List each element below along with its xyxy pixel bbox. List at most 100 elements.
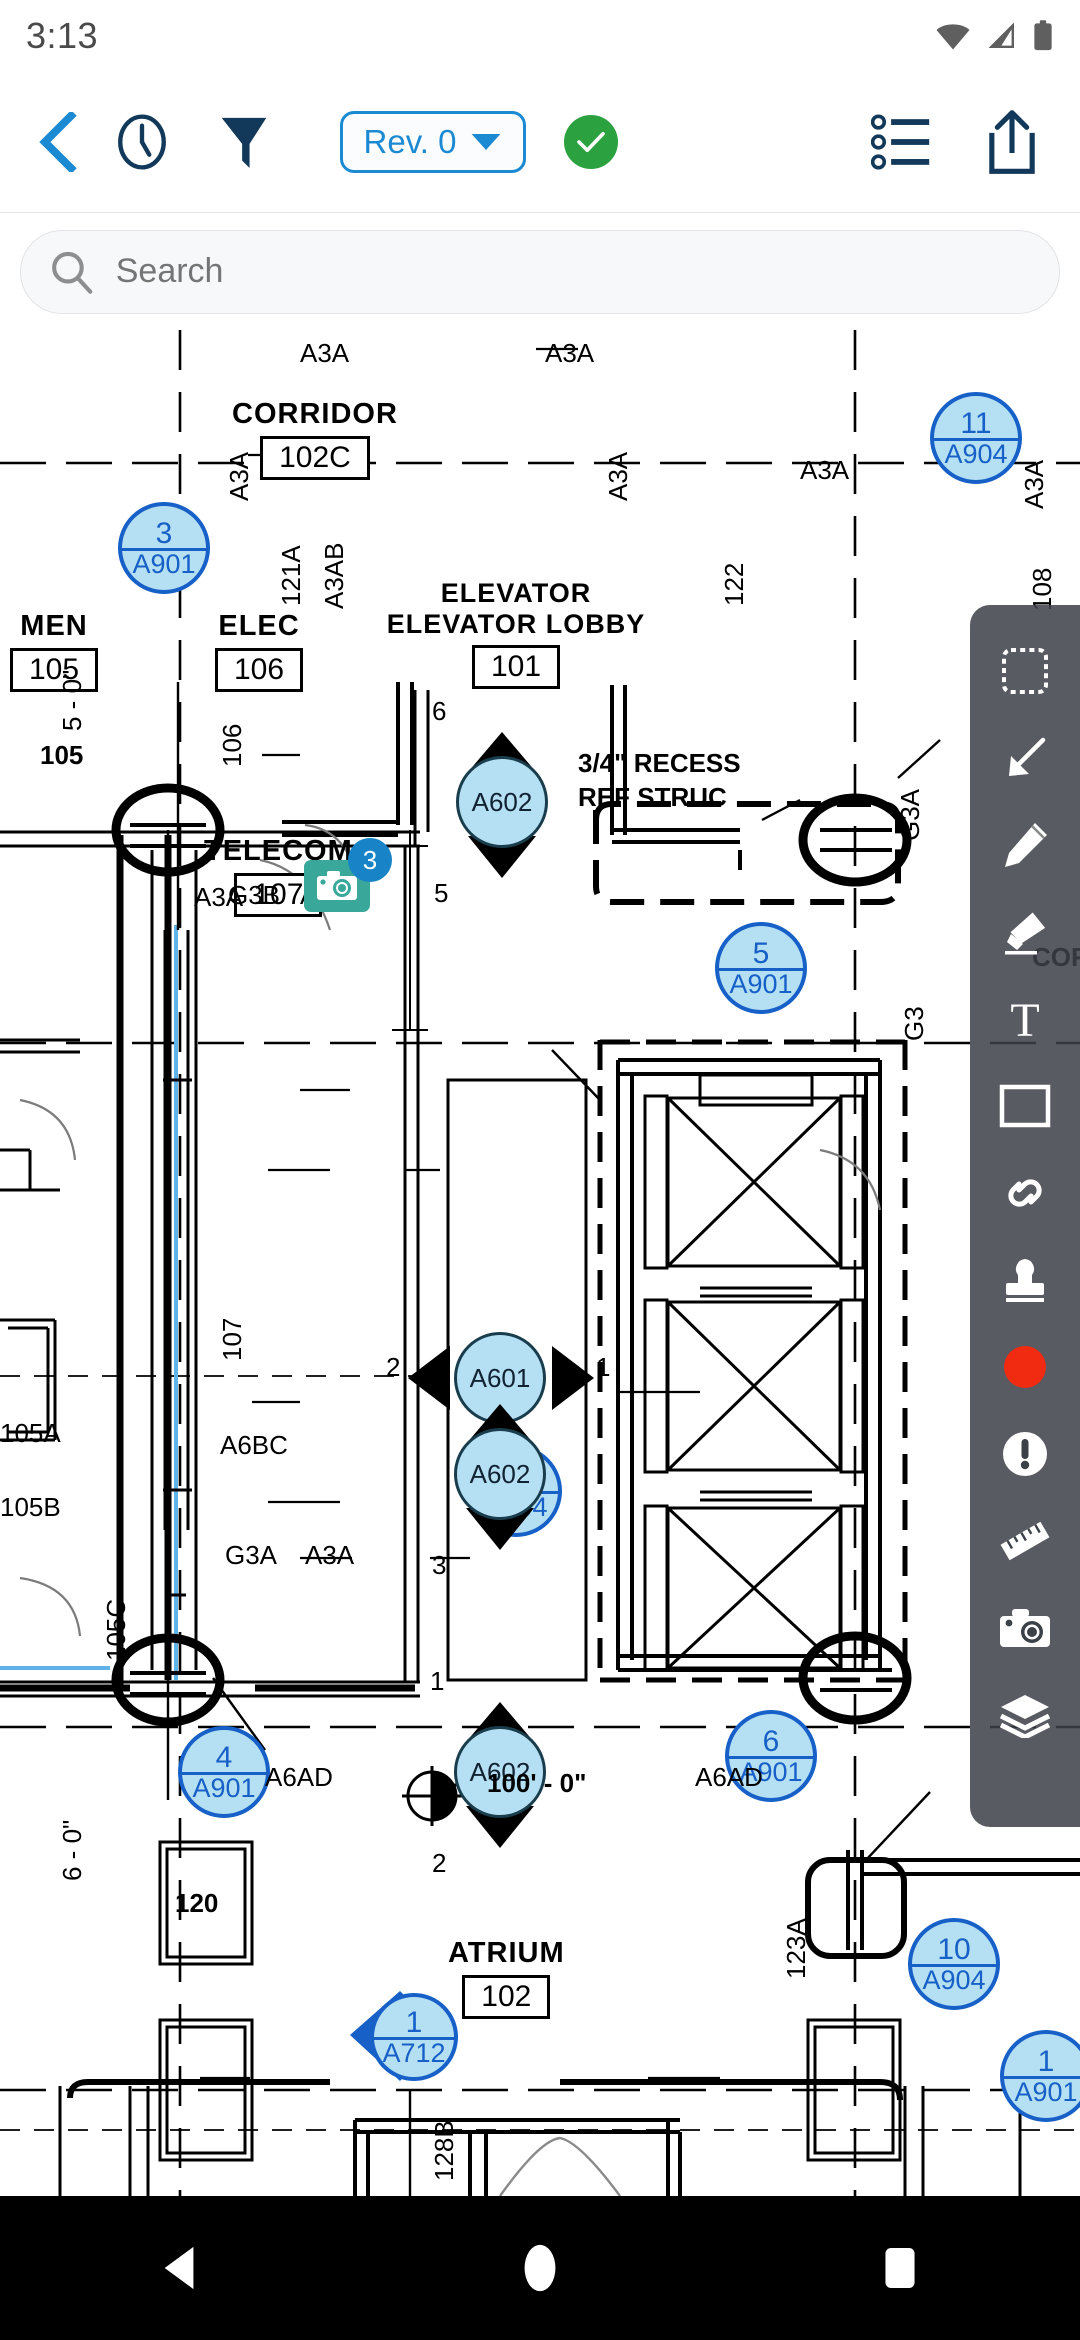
door-tag-105c: 105C — [101, 1598, 131, 1661]
callout-sheet: A712 — [382, 2037, 446, 2068]
lasso-select-icon — [1002, 647, 1048, 694]
callout-divider — [122, 548, 206, 551]
callout-divider — [719, 968, 803, 971]
search-bar — [0, 212, 1080, 330]
section-sheet: A601 — [469, 1362, 531, 1393]
battery-icon — [1034, 20, 1052, 51]
callout-3-a901[interactable]: 3 A901 — [118, 502, 210, 594]
nav-recents-square-icon — [885, 2248, 915, 2288]
nav-recents-button[interactable] — [840, 2196, 960, 2340]
list-button[interactable] — [870, 110, 934, 174]
rectangle-tool[interactable] — [970, 1062, 1080, 1149]
bullet-list-icon — [871, 114, 930, 170]
note-recess-line2: REF STRUC — [578, 782, 727, 812]
link-icon — [1008, 1178, 1042, 1207]
callout-4-a901[interactable]: 4 A901 — [178, 1726, 270, 1818]
section-marker-a602-top[interactable]: 6 A602 5 — [432, 696, 554, 908]
section-bubble: A602 — [454, 1428, 546, 1520]
room-name: ELEVATOR — [440, 578, 592, 608]
wall-tag-a3a-1: A3A — [300, 338, 350, 368]
wall-tag-a3a-8: A3A — [305, 1540, 355, 1570]
room-tag-elevator-lobby: ELEVATOR ELEVATOR LOBBY 101 — [387, 578, 644, 689]
drawing-viewport[interactable]: CORRIDOR 102C MEN 105 ELEC 106 ELEVATOR … — [0, 330, 1080, 2196]
section-number-left: 2 — [386, 1352, 401, 1382]
door-tag-105b: 105B — [0, 1492, 61, 1522]
alert-tool[interactable] — [970, 1410, 1080, 1497]
wall-tag-a3a-6: A3A — [1019, 459, 1049, 509]
callout-sheet: A901 — [1014, 2076, 1078, 2107]
rectangle-icon — [999, 1084, 1051, 1127]
callout-sheet: A901 — [192, 1772, 256, 1803]
camera-markup[interactable]: 3 — [304, 838, 392, 912]
nav-back-button[interactable] — [120, 2196, 240, 2340]
room-name: MEN — [20, 610, 88, 642]
callout-number: 5 — [752, 936, 770, 970]
callout-number: 3 — [155, 516, 173, 550]
elevation-marker-1-a712[interactable]: 1 A712 — [342, 1985, 462, 2089]
search-field[interactable] — [20, 229, 1060, 314]
room-number: 106 — [215, 648, 304, 692]
revision-selector[interactable]: Rev. 0 — [340, 111, 526, 173]
section-bubble: A602 — [456, 756, 548, 848]
section-number-right: 1 — [596, 1352, 611, 1382]
color-swatch-tool[interactable] — [970, 1323, 1080, 1410]
arrow-tool[interactable] — [970, 714, 1080, 801]
room-label-105-left: 105 — [40, 740, 84, 770]
app-toolbar: Rev. 0 — [0, 72, 1080, 212]
elevation-bubble: 1 A712 — [370, 1993, 458, 2081]
callout-10-a904[interactable]: 10 A904 — [908, 1918, 1000, 2010]
nav-home-button[interactable] — [480, 2196, 600, 2340]
callout-divider — [374, 2037, 454, 2040]
share-upload-icon — [989, 110, 1035, 174]
callout-5-a901[interactable]: 5 A901 — [715, 922, 807, 1014]
layers-tool[interactable] — [970, 1671, 1080, 1758]
stamp-tool[interactable] — [970, 1236, 1080, 1323]
door-tag-107: 107 — [217, 1317, 247, 1361]
wifi-icon — [936, 24, 970, 50]
pencil-tool[interactable] — [970, 801, 1080, 888]
callout-sheet: A901 — [729, 968, 793, 999]
door-tag-121a: 121A — [276, 545, 306, 606]
nav-home-circle-icon — [524, 2244, 556, 2292]
camera-tool[interactable] — [970, 1584, 1080, 1671]
stamp-icon — [1006, 1258, 1044, 1302]
callout-number: 6 — [762, 1724, 780, 1758]
back-button[interactable] — [26, 110, 90, 174]
section-sheet: A602 — [471, 786, 533, 817]
room-tag-elec: ELEC 106 — [215, 610, 304, 692]
dimension-6-0: 6 - 0" — [57, 1819, 87, 1881]
section-number-top: 1 — [430, 1666, 445, 1696]
search-input[interactable] — [115, 252, 1031, 291]
nav-back-triangle-icon — [164, 2246, 194, 2290]
camera-icon — [1000, 1608, 1050, 1647]
status-bar-clock: 3:13 — [26, 15, 99, 56]
text-tool[interactable]: T — [970, 975, 1080, 1062]
room-tag-atrium: ATRIUM 102 — [448, 1937, 565, 2019]
room-name: CORRIDOR — [232, 398, 398, 430]
callout-11-a904[interactable]: 11 A904 — [930, 392, 1022, 484]
callout-divider — [1004, 2076, 1080, 2079]
annotation-toolbar[interactable]: T — [970, 605, 1080, 1827]
wall-tag-a6ad-1: A6AD — [265, 1762, 333, 1792]
section-marker-a602-mid[interactable]: 4 A602 3 — [430, 1368, 552, 1580]
pencil-icon — [1005, 822, 1047, 867]
history-button[interactable] — [110, 110, 174, 174]
highlighter-tool[interactable] — [970, 888, 1080, 975]
room-number: 101 — [471, 645, 561, 689]
measure-tool[interactable] — [970, 1497, 1080, 1584]
share-button[interactable] — [980, 110, 1044, 174]
room-name: ATRIUM — [448, 1937, 565, 1969]
wall-tag-a3a-2: A3A — [545, 338, 595, 368]
callout-sheet: A904 — [922, 1964, 986, 1995]
section-number-bottom: 2 — [432, 1848, 447, 1878]
room-number: 102 — [462, 1975, 551, 2019]
door-tag-106: 106 — [217, 723, 247, 767]
check-icon — [577, 131, 605, 153]
door-tag-128b: 128B — [429, 2120, 459, 2181]
lasso-select-tool[interactable] — [970, 627, 1080, 714]
wall-tag-a6ad-2: A6AD — [695, 1762, 763, 1792]
filter-button[interactable] — [212, 110, 276, 174]
section-number-top: 4 — [430, 1368, 445, 1398]
note-recess-line1: 3/4" RECESS — [578, 748, 741, 778]
link-tool[interactable] — [970, 1149, 1080, 1236]
